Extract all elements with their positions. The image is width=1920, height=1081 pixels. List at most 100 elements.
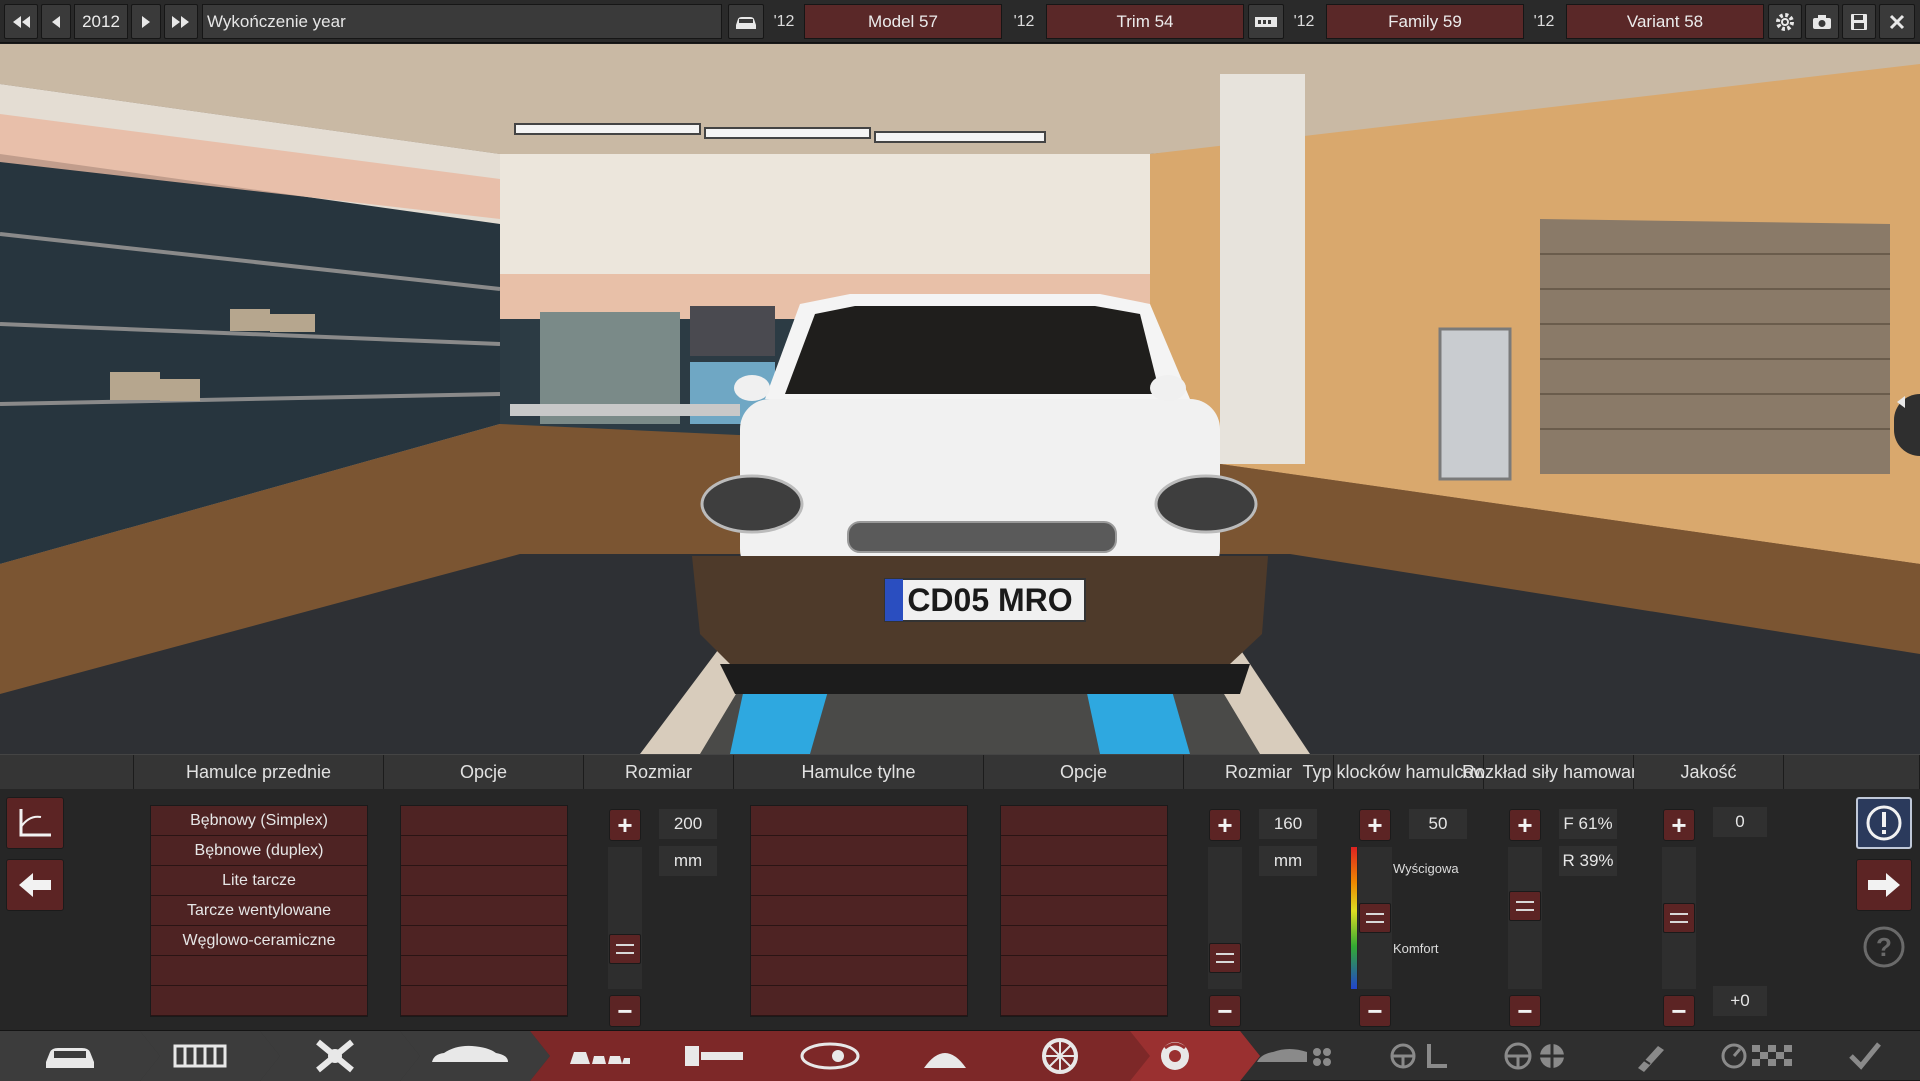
header-spacer bbox=[0, 755, 134, 789]
close-button[interactable] bbox=[1879, 4, 1915, 39]
chassis-frame-icon bbox=[173, 1044, 227, 1068]
help-button[interactable]: ? bbox=[1862, 925, 1906, 969]
car-front-icon bbox=[736, 16, 756, 29]
distribution-decrease-button[interactable]: − bbox=[1509, 995, 1541, 1027]
quality-slider-track[interactable] bbox=[1662, 847, 1696, 989]
car-select-button[interactable] bbox=[728, 4, 764, 39]
interior-icon bbox=[1390, 1043, 1447, 1069]
distribution-rear-value: R 39% bbox=[1559, 846, 1617, 876]
pad-type-increase-button[interactable]: + bbox=[1359, 809, 1391, 841]
header-front-brakes: Hamulce przednie bbox=[134, 755, 384, 789]
tuning-icon bbox=[1638, 1046, 1664, 1072]
garage-viewport[interactable]: CD05 MRO bbox=[0, 44, 1920, 754]
list-item bbox=[751, 866, 967, 896]
car-side-icon bbox=[432, 1045, 508, 1062]
nav-test-track[interactable] bbox=[1705, 1031, 1815, 1081]
camera-icon bbox=[1813, 14, 1831, 29]
wheel-icon bbox=[1042, 1038, 1078, 1074]
fixture-icon bbox=[924, 1053, 966, 1068]
rear-size-slider-thumb[interactable] bbox=[1209, 943, 1241, 973]
list-item bbox=[751, 836, 967, 866]
nav-car-models[interactable] bbox=[555, 1031, 645, 1081]
nav-engine[interactable] bbox=[670, 1031, 760, 1081]
rear-size-slider-track[interactable] bbox=[1208, 847, 1242, 989]
distribution-slider-track[interactable] bbox=[1508, 847, 1542, 989]
header-rear-brakes: Hamulce tylne bbox=[734, 755, 984, 789]
trim-field[interactable]: Trim 54 bbox=[1046, 4, 1244, 39]
list-item bbox=[1001, 896, 1167, 926]
list-item bbox=[1001, 956, 1167, 986]
nav-wheels[interactable] bbox=[1010, 1031, 1110, 1081]
quality-decrease-button[interactable]: − bbox=[1663, 995, 1695, 1027]
pad-type-value: 50 bbox=[1409, 809, 1467, 839]
back-button[interactable] bbox=[6, 859, 64, 911]
header-front-size: Rozmiar bbox=[584, 755, 734, 789]
list-item[interactable]: Lite tarcze bbox=[151, 866, 367, 896]
nav-car-body[interactable] bbox=[20, 1031, 120, 1081]
right-arrow-icon bbox=[142, 15, 150, 28]
pad-type-slider-thumb[interactable] bbox=[1359, 903, 1391, 933]
plus-icon: + bbox=[1671, 809, 1687, 840]
previous-year-button[interactable] bbox=[41, 4, 71, 39]
quality-slider-thumb[interactable] bbox=[1663, 903, 1695, 933]
rear-size-decrease-button[interactable]: − bbox=[1209, 995, 1241, 1027]
engine-select-button[interactable] bbox=[1248, 4, 1284, 39]
double-left-arrow-icon bbox=[13, 15, 30, 28]
list-item bbox=[751, 926, 967, 956]
nav-headlights[interactable] bbox=[780, 1031, 880, 1081]
settings-button[interactable] bbox=[1768, 4, 1802, 39]
front-size-value: 200 bbox=[659, 809, 717, 839]
variant-field[interactable]: Variant 58 bbox=[1566, 4, 1764, 39]
header-quality: Jakość bbox=[1634, 755, 1784, 789]
front-size-slider-track[interactable] bbox=[608, 847, 642, 989]
collapse-left-arrow-icon bbox=[1897, 396, 1905, 408]
front-size-slider-thumb[interactable] bbox=[609, 934, 641, 964]
front-size-increase-button[interactable]: + bbox=[609, 809, 641, 841]
list-item bbox=[1001, 836, 1167, 866]
screenshot-button[interactable] bbox=[1805, 4, 1839, 39]
list-item bbox=[401, 896, 567, 926]
quality-increase-button[interactable]: + bbox=[1663, 809, 1695, 841]
nav-finish[interactable] bbox=[1815, 1031, 1915, 1081]
distribution-increase-button[interactable]: + bbox=[1509, 809, 1541, 841]
pad-type-decrease-button[interactable]: − bbox=[1359, 995, 1391, 1027]
front-size-unit: mm bbox=[659, 846, 717, 876]
year-display: 2012 bbox=[74, 4, 128, 39]
nav-chassis[interactable] bbox=[150, 1031, 250, 1081]
back-door bbox=[1438, 327, 1512, 481]
list-item bbox=[751, 956, 967, 986]
header-brake-distribution: Rozkład siły hamowania bbox=[1462, 755, 1655, 789]
jump-forward-button[interactable] bbox=[164, 4, 198, 39]
list-item[interactable]: Węglowo-ceramiczne bbox=[151, 926, 367, 956]
front-size-decrease-button[interactable]: − bbox=[609, 995, 641, 1027]
reset-camera-button[interactable] bbox=[6, 797, 64, 849]
model-field[interactable]: Model 57 bbox=[804, 4, 1002, 39]
save-button[interactable] bbox=[1842, 4, 1876, 39]
nav-fixtures[interactable] bbox=[895, 1031, 995, 1081]
pad-type-slider-track[interactable] bbox=[1358, 847, 1392, 989]
brakes-panel: Hamulce przednie Opcje Rozmiar Hamulce t… bbox=[0, 754, 1920, 1030]
list-item[interactable]: Bębnowe (duplex) bbox=[151, 836, 367, 866]
list-item[interactable]: Bębnowy (Simplex) bbox=[151, 806, 367, 836]
nav-steering[interactable] bbox=[1480, 1031, 1590, 1081]
next-button[interactable] bbox=[1856, 859, 1912, 911]
nav-suspension[interactable] bbox=[285, 1031, 385, 1081]
nav-brakes[interactable] bbox=[1125, 1031, 1225, 1081]
warning-button[interactable] bbox=[1856, 797, 1912, 849]
exclamation-icon bbox=[1866, 805, 1902, 841]
next-year-button[interactable] bbox=[131, 4, 161, 39]
nav-car-side[interactable] bbox=[420, 1031, 520, 1081]
jump-back-button[interactable] bbox=[4, 4, 38, 39]
rear-size-increase-button[interactable]: + bbox=[1209, 809, 1241, 841]
nav-aerodynamics[interactable] bbox=[1240, 1031, 1350, 1081]
front-options-list bbox=[400, 805, 568, 1017]
nav-interior[interactable] bbox=[1365, 1031, 1475, 1081]
front-brake-type-list: Bębnowy (Simplex) Bębnowe (duplex) Lite … bbox=[150, 805, 368, 1017]
distribution-slider-thumb[interactable] bbox=[1509, 891, 1541, 921]
headlight-icon bbox=[800, 1042, 860, 1070]
trim-year-label: '12 bbox=[1013, 12, 1035, 30]
family-field[interactable]: Family 59 bbox=[1326, 4, 1524, 39]
list-item bbox=[751, 896, 967, 926]
list-item[interactable]: Tarcze wentylowane bbox=[151, 896, 367, 926]
nav-tuning[interactable] bbox=[1595, 1031, 1705, 1081]
